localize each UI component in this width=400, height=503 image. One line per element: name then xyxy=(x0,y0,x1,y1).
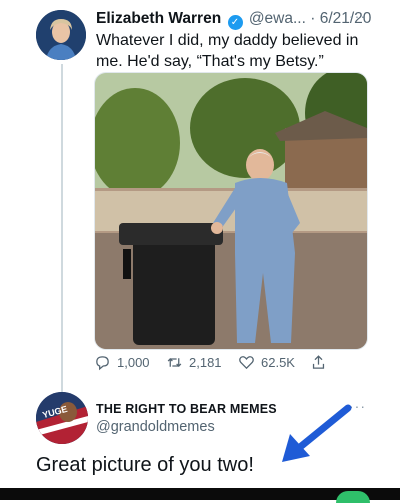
thread-line xyxy=(61,64,63,392)
reply-count: 1,000 xyxy=(117,354,150,370)
like-count: 62.5K xyxy=(261,354,295,370)
tweet-photo[interactable] xyxy=(94,72,368,350)
reply-button[interactable]: 1,000 xyxy=(94,354,150,371)
retweet-count: 2,181 xyxy=(189,354,222,370)
like-button[interactable]: 62.5K xyxy=(238,354,295,371)
heart-icon xyxy=(239,355,254,369)
retweet-icon xyxy=(167,357,182,367)
tweet-actions: 1,000 2,181 62.5K xyxy=(94,352,366,372)
reply-text: Great picture of you two! xyxy=(36,454,254,476)
author-handle[interactable]: @ewa... xyxy=(249,10,306,27)
verified-badge-icon: ✓ xyxy=(227,15,243,30)
reply-author-handle[interactable]: @grandoldmemes xyxy=(96,419,215,435)
share-button[interactable] xyxy=(310,354,327,371)
reply-author-name[interactable]: THE RIGHT TO BEAR MEMES xyxy=(96,402,277,416)
separator: · xyxy=(310,10,316,27)
author-avatar[interactable] xyxy=(36,10,86,60)
reply-avatar[interactable]: YUGE xyxy=(36,392,88,444)
retweet-button[interactable]: 2,181 xyxy=(166,354,222,371)
reply-icon xyxy=(96,355,109,370)
tweet-header: Elizabeth Warren ✓ @ewa... · 6/21/20 xyxy=(96,10,386,30)
author-name[interactable]: Elizabeth Warren xyxy=(96,10,221,27)
arrow-annotation xyxy=(282,404,352,462)
tweet-more-icon[interactable]: ··· xyxy=(349,8,366,24)
tweet-text: Whatever I did, my daddy believed in me.… xyxy=(96,32,359,70)
share-icon xyxy=(312,354,325,369)
compose-button-edge[interactable] xyxy=(336,491,370,503)
